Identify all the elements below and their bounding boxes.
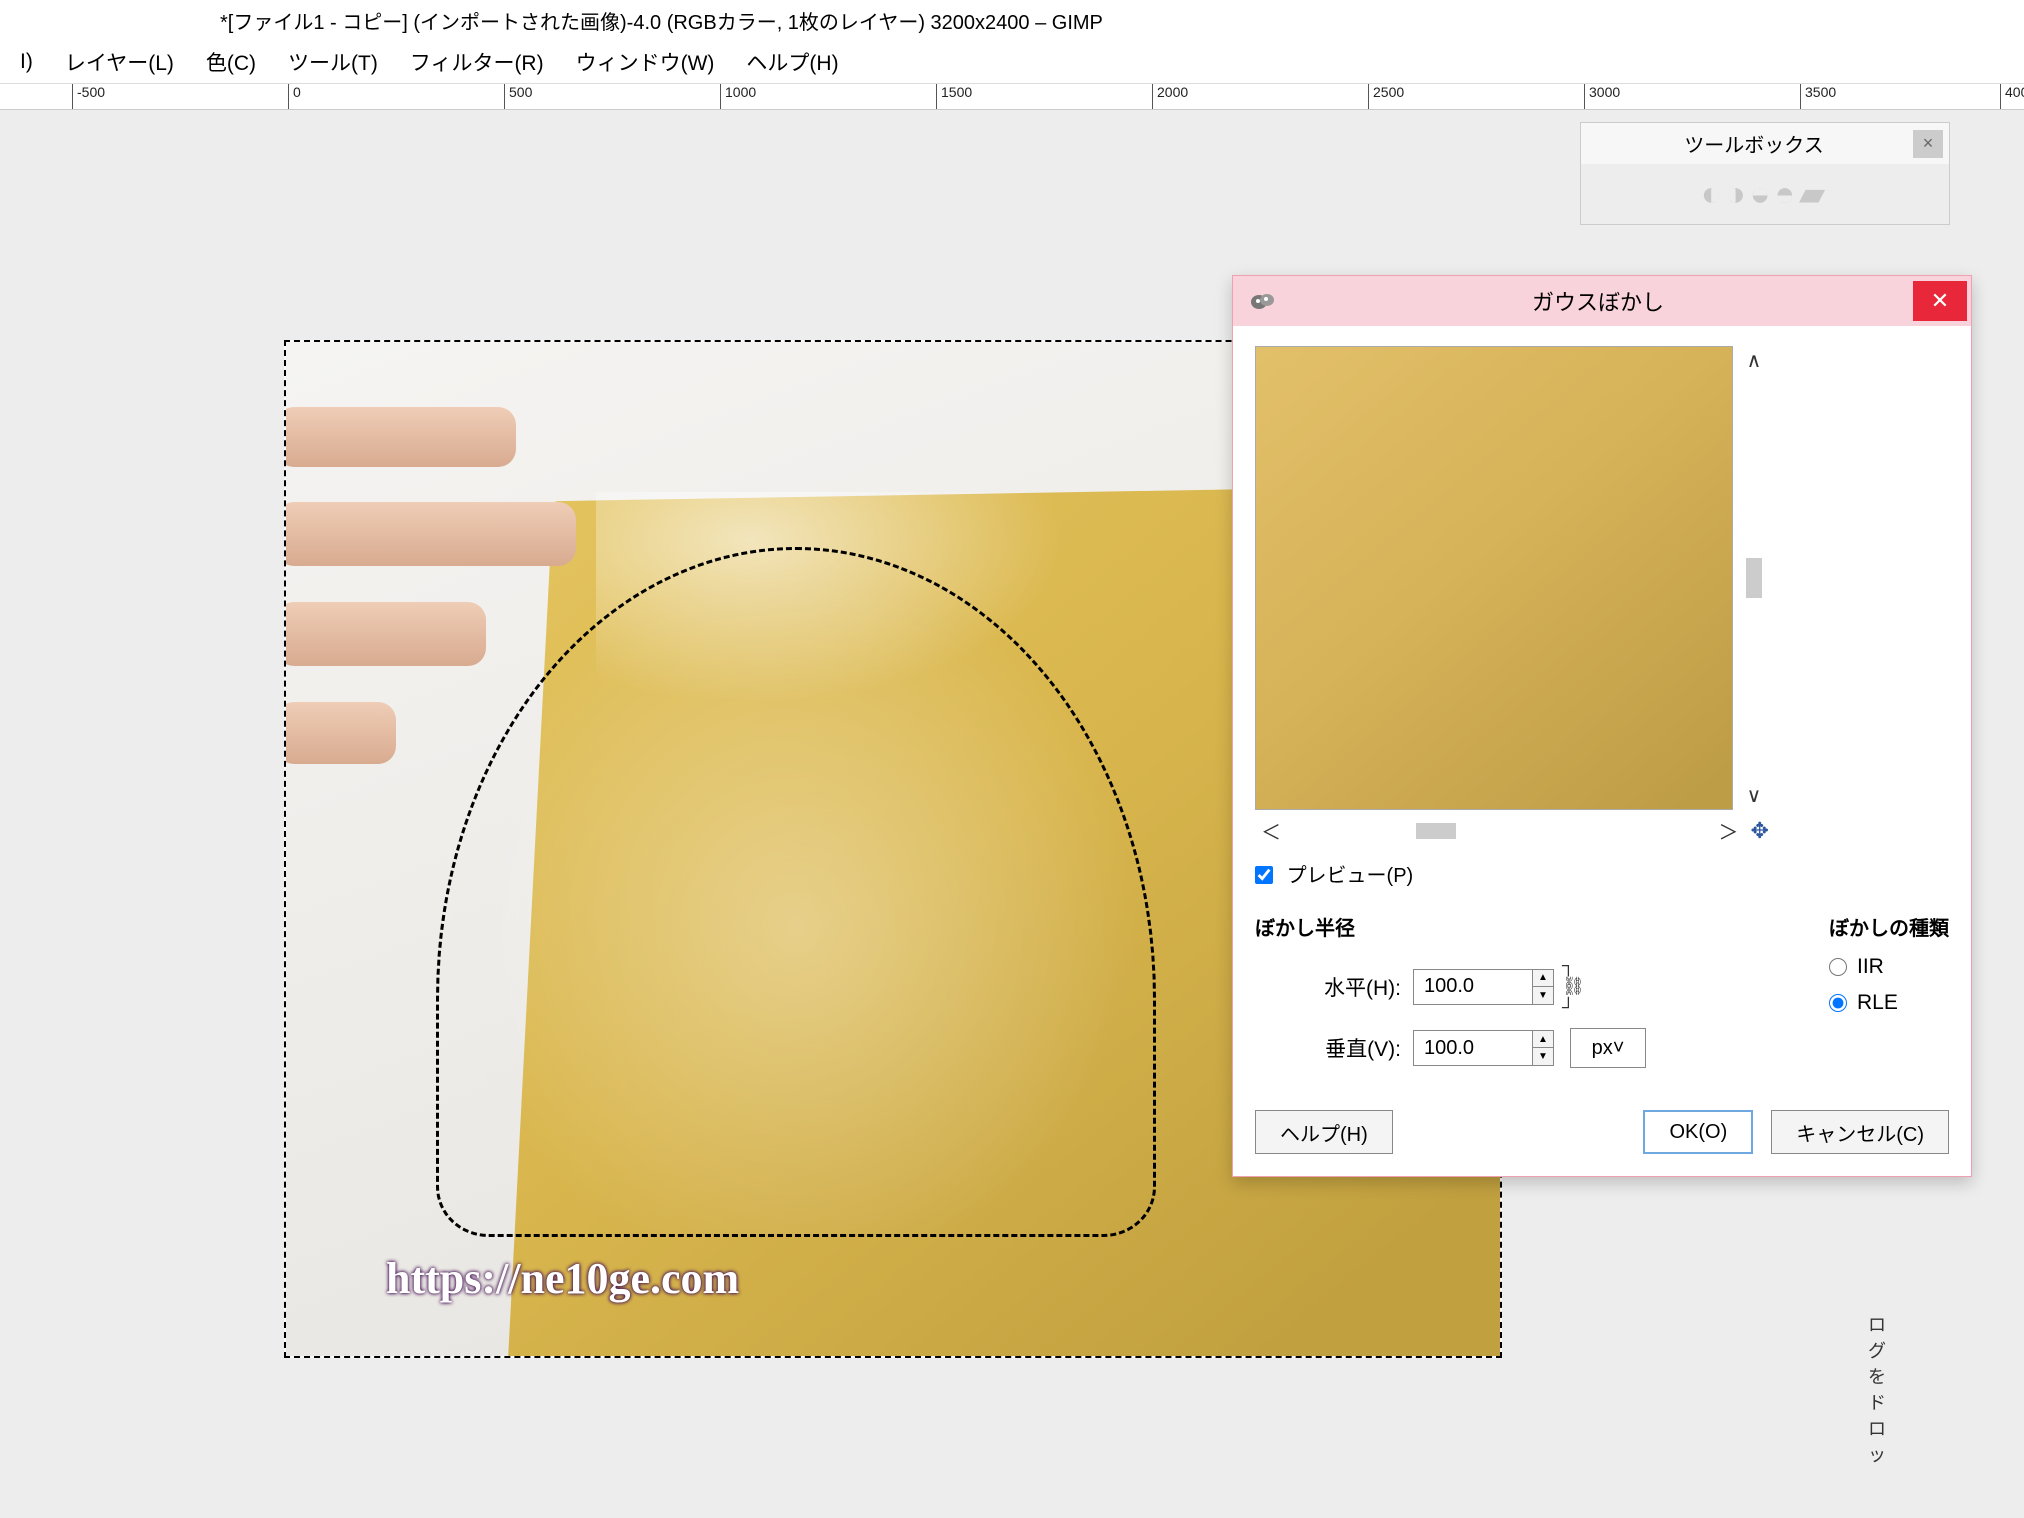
type-title: ぼかしの種類	[1829, 912, 1949, 941]
scroll-thumb-v[interactable]	[1746, 558, 1762, 598]
menu-bar: I) レイヤー(L) 色(C) ツール(T) フィルター(R) ウィンドウ(W)…	[0, 40, 2024, 84]
gimp-icon	[1243, 281, 1283, 321]
rle-radio[interactable]	[1829, 994, 1847, 1012]
rle-label: RLE	[1857, 991, 1898, 1015]
gaussian-blur-dialog: ガウスぼかし ✕ ∧ ∨ ＜ ＞ ✥ プレビュー(P)	[1232, 275, 1972, 1177]
iir-label: IIR	[1857, 955, 1884, 979]
dialog-body: ∧ ∨ ＜ ＞ ✥ プレビュー(P) ぼかし半径	[1233, 326, 1971, 1176]
blur-preview[interactable]	[1255, 346, 1733, 810]
toolbox-body: ◐◑◒◓▰	[1581, 164, 1949, 224]
scroll-down-icon[interactable]: ∨	[1741, 781, 1768, 810]
finger-3	[284, 602, 486, 666]
ok-button[interactable]: OK(O)	[1643, 1110, 1753, 1154]
v-step-up[interactable]: ▲	[1533, 1031, 1553, 1048]
toolbox-panel: ツールボックス × ◐◑◒◓▰	[1580, 122, 1950, 225]
dialog-title: ガウスぼかし	[1283, 285, 1913, 317]
finger-1	[284, 407, 516, 467]
iir-radio[interactable]	[1829, 958, 1847, 976]
menu-help[interactable]: ヘルプ(H)	[730, 41, 854, 83]
chain-link-icon[interactable]: ┐⛓┘	[1562, 955, 1585, 1018]
vertical-input[interactable]	[1414, 1031, 1532, 1065]
scroll-right-icon[interactable]: ＞	[1713, 814, 1745, 847]
horizontal-spinner[interactable]: ▲▼	[1413, 969, 1554, 1005]
h-step-down[interactable]: ▼	[1533, 987, 1553, 1004]
drop-hint-text: ログをドロッ	[1866, 1312, 1888, 1468]
finger-2	[284, 502, 576, 566]
menu-color[interactable]: 色(C)	[190, 41, 272, 83]
dialog-close-button[interactable]: ✕	[1913, 281, 1967, 321]
horizontal-input[interactable]	[1414, 970, 1532, 1004]
main-area: ツールボックス × ◐◑◒◓▰ ログをドロッ https://ne10ge.co…	[0, 112, 2024, 1518]
cancel-button[interactable]: キャンセル(C)	[1771, 1110, 1949, 1154]
preview-vertical-scroll[interactable]: ∧ ∨	[1739, 346, 1769, 810]
v-step-down[interactable]: ▼	[1533, 1048, 1553, 1065]
menu-layer[interactable]: レイヤー(L)	[49, 41, 190, 83]
iir-radio-row[interactable]: IIR	[1829, 955, 1949, 979]
toolbox-close-button[interactable]: ×	[1913, 130, 1943, 158]
menu-tool[interactable]: ツール(T)	[272, 41, 394, 83]
scroll-left-icon[interactable]: ＜	[1255, 814, 1287, 847]
window-title-bar: *[ファイル1 - コピー] (インポートされた画像)-4.0 (RGBカラー,…	[0, 0, 2024, 40]
toolbox-header: ツールボックス ×	[1581, 123, 1949, 164]
scroll-up-icon[interactable]: ∧	[1741, 346, 1768, 375]
ruler-horizontal: -500 0 500 1000 1500 2000 2500 3000 3500…	[0, 84, 2024, 110]
h-step-up[interactable]: ▲	[1533, 970, 1553, 987]
menu-filter[interactable]: フィルター(R)	[394, 41, 560, 83]
menu-i[interactable]: I)	[4, 44, 49, 80]
scroll-thumb-h[interactable]	[1416, 823, 1456, 839]
preview-checkbox[interactable]	[1255, 866, 1273, 884]
menu-window[interactable]: ウィンドウ(W)	[560, 41, 731, 83]
horizontal-label: 水平(H):	[1285, 972, 1401, 1002]
tool-icons[interactable]: ◐◑◒◓▰	[1701, 174, 1829, 214]
dialog-title-bar[interactable]: ガウスぼかし ✕	[1233, 276, 1971, 326]
vertical-spinner[interactable]: ▲▼	[1413, 1030, 1554, 1066]
preview-checkbox-row: プレビュー(P)	[1255, 859, 1949, 888]
window-title: *[ファイル1 - コピー] (インポートされた画像)-4.0 (RGBカラー,…	[220, 6, 1103, 35]
vertical-label: 垂直(V):	[1285, 1033, 1401, 1063]
toolbox-title: ツールボックス	[1595, 129, 1913, 158]
rle-radio-row[interactable]: RLE	[1829, 991, 1949, 1015]
navigator-icon[interactable]: ✥	[1751, 818, 1769, 844]
watermark-text: https://ne10ge.com	[386, 1253, 739, 1304]
finger-4	[284, 702, 396, 764]
help-button[interactable]: ヘルプ(H)	[1255, 1110, 1393, 1154]
preview-horizontal-scroll[interactable]: ＜ ＞ ✥	[1255, 814, 1769, 847]
radius-title: ぼかし半径	[1255, 912, 1646, 941]
preview-checkbox-label: プレビュー(P)	[1287, 865, 1414, 887]
unit-select[interactable]: px˅	[1570, 1028, 1646, 1068]
